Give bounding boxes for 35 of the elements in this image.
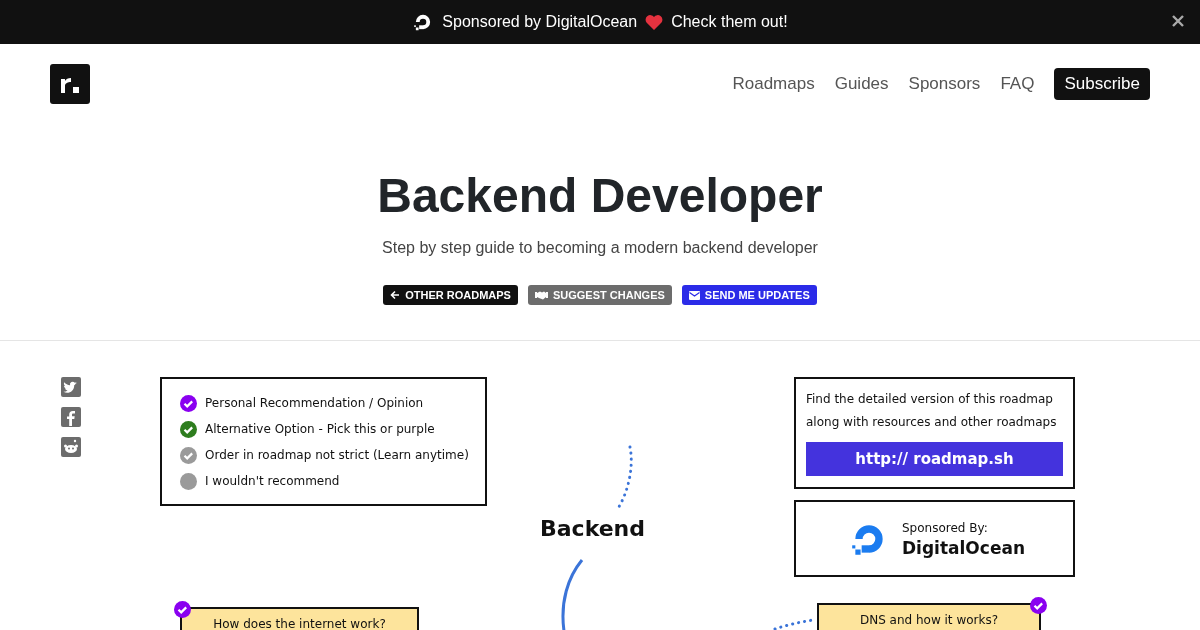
sponsor-name: DigitalOcean	[902, 536, 1025, 559]
roadmap-link[interactable]: http:// roadmap.sh	[806, 442, 1063, 476]
suggest-button[interactable]: SUGGEST CHANGES	[527, 285, 672, 305]
handshake-icon	[534, 290, 548, 300]
nav-link[interactable]: Roadmaps	[732, 74, 815, 94]
letter-f-icon[interactable]	[61, 407, 81, 427]
legend-label: I wouldn't recommend	[205, 474, 340, 488]
site-logo[interactable]	[50, 64, 90, 104]
updates-button[interactable]: SEND ME UPDATES	[681, 285, 817, 305]
envelope-icon	[688, 290, 700, 300]
page-subtitle: Step by step guide to becoming a modern backend developer	[382, 239, 818, 257]
bird-icon[interactable]	[61, 377, 81, 397]
info-text: Find the detailed version of this roadmap	[806, 391, 1054, 408]
legend-label: Personal Recommendation / Opinion	[205, 396, 424, 410]
info-text: along with resources and other roadmaps	[806, 414, 1058, 431]
sponsor-caption: Sponsored By:	[902, 519, 989, 537]
nav-link[interactable]: Sponsors	[908, 74, 981, 94]
heart-icon	[645, 14, 664, 30]
legend-label: Alternative Option - Pick this or purple	[205, 422, 435, 436]
nav-link[interactable]: FAQ	[1000, 74, 1035, 94]
sponsor-banner[interactable]: Sponsored by DigitalOcean Check them out!	[0, 0, 1200, 44]
banner-text: Sponsored by DigitalOcean	[442, 13, 638, 31]
center-topic: Backend	[540, 516, 646, 541]
page-title: Backend Developer	[377, 168, 823, 223]
letter-r-logo-icon	[59, 75, 81, 93]
nav-link[interactable]: Guides	[834, 74, 889, 94]
legend-label: Order in roadmap not strict (Learn anytime)	[205, 448, 469, 462]
banner-link[interactable]: Check them out!	[671, 13, 788, 31]
robot-head-icon[interactable]	[61, 437, 81, 457]
subscribe-button[interactable]: Subscribe	[1054, 68, 1150, 100]
topic-node[interactable]: DNS and how it works?	[817, 603, 1041, 630]
arrow-left-icon	[390, 290, 401, 300]
topic-node[interactable]: How does the internet work?	[180, 607, 419, 630]
back-button[interactable]: OTHER ROADMAPS	[383, 285, 518, 305]
close-icon[interactable]	[1172, 15, 1184, 27]
